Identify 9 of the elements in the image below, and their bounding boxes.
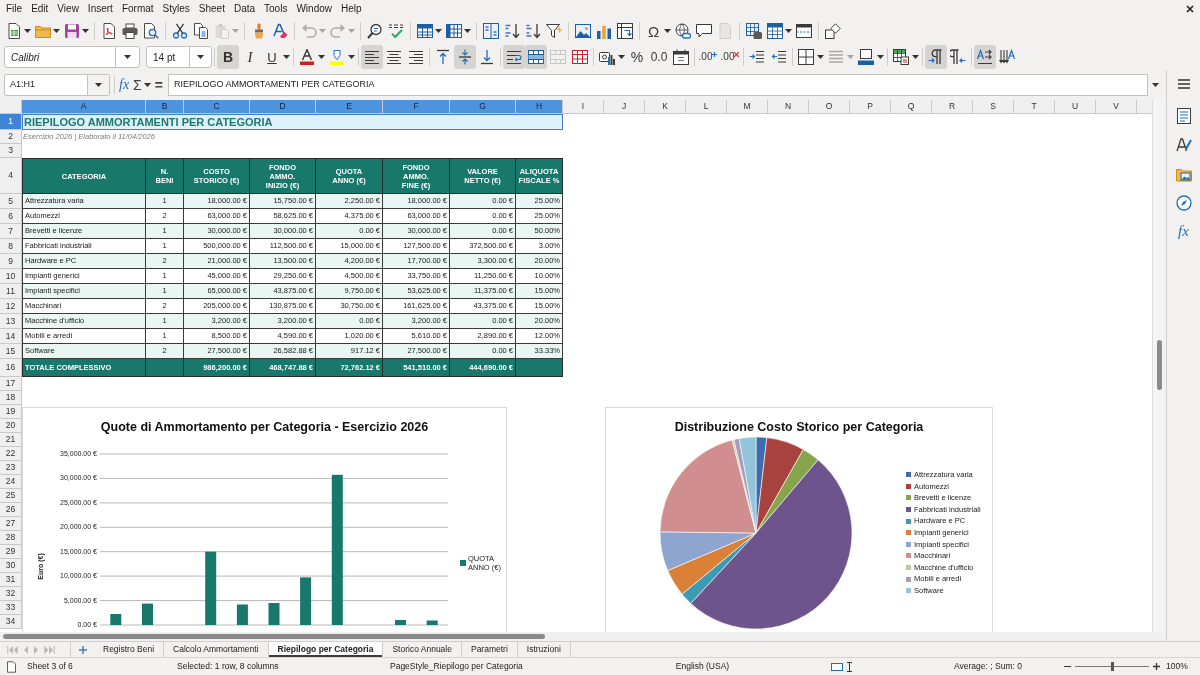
- status-text: Selected: 1 row, 8 columns: [177, 660, 279, 673]
- status-text: Sheet 3 of 6: [27, 660, 73, 673]
- zoom-percentage: 100%: [1166, 660, 1188, 673]
- status-text: PageStyle_Riepilogo per Categoria: [390, 660, 523, 673]
- chart-title: Distribuzione Costo Storico per Categoria: [674, 421, 924, 434]
- title-cell: RIEPILOGO AMMORTAMENTI PER CATEGORIA: [22, 114, 563, 130]
- status-text: Average: ; Sum: 0: [954, 660, 1022, 673]
- status-text: English (USA): [675, 660, 730, 673]
- chart-title: Quote di Ammortamento per Categoria - Esercizio 2026: [100, 421, 429, 434]
